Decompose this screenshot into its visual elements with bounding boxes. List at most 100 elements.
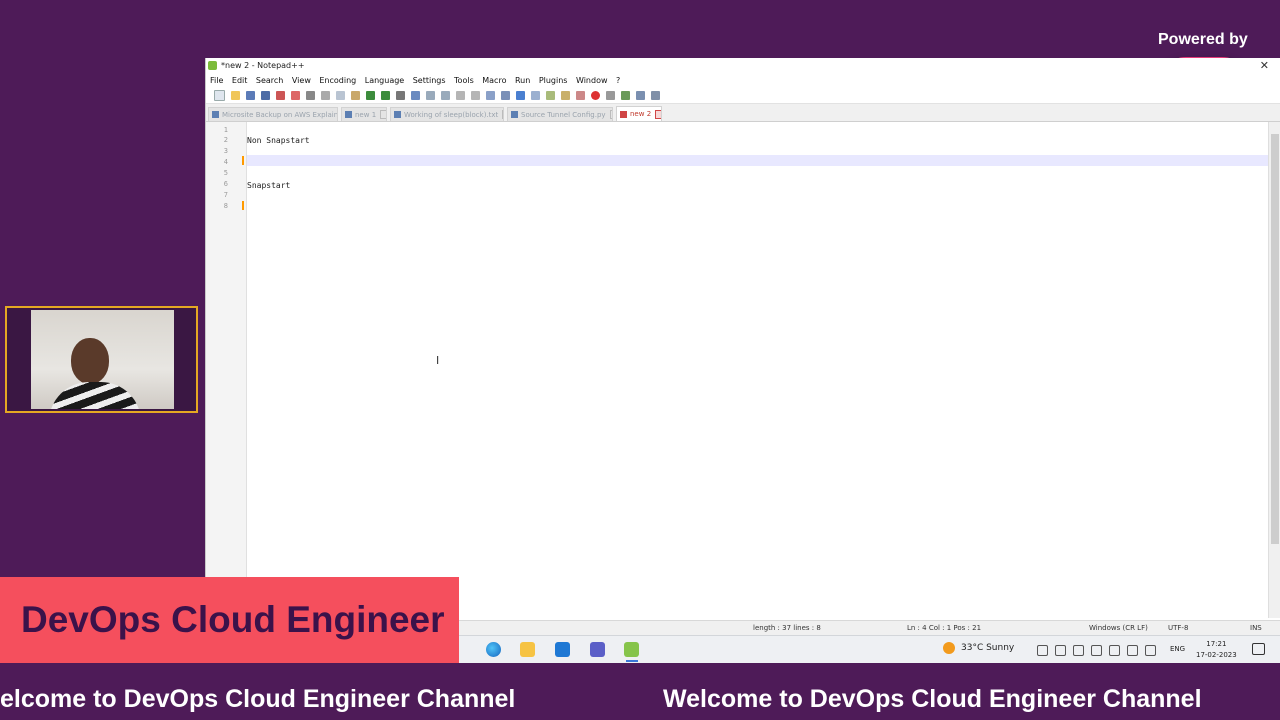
status-eol[interactable]: Windows (CR LF) (1089, 624, 1148, 632)
line-number: 3 (223, 147, 228, 155)
vertical-scrollbar[interactable] (1268, 122, 1280, 618)
undo-icon[interactable] (366, 90, 375, 100)
play-macro-icon[interactable] (621, 90, 630, 100)
chevron-up-icon[interactable] (1037, 645, 1048, 656)
find-icon[interactable] (396, 90, 405, 100)
tab-label: Working of sleep(block).txt (404, 110, 499, 119)
zoom-out-icon[interactable] (441, 90, 450, 100)
tab-label: Microsite Backup on AWS Explained.txt (222, 110, 338, 119)
close-file-icon[interactable] (276, 90, 285, 100)
record-macro-icon[interactable] (591, 90, 600, 100)
word-wrap-icon[interactable] (486, 90, 495, 100)
status-encoding[interactable]: UTF-8 (1168, 624, 1188, 632)
teams-icon[interactable] (590, 642, 605, 657)
paste-icon[interactable] (351, 90, 360, 100)
tab-close-icon[interactable] (609, 110, 612, 119)
close-all-icon[interactable] (291, 90, 300, 100)
menu-search[interactable]: Search (256, 76, 283, 85)
tab-microsite-backup[interactable]: Microsite Backup on AWS Explained.txt (208, 107, 338, 121)
menu-file[interactable]: File (210, 76, 223, 85)
menu-encoding[interactable]: Encoding (319, 76, 356, 85)
copy-icon[interactable] (336, 90, 345, 100)
webcam-feed (31, 310, 174, 409)
open-file-icon[interactable] (231, 90, 240, 100)
powered-by-label: Powered by (1158, 31, 1248, 48)
channel-name: DevOps Cloud Engineer (21, 599, 445, 640)
save-all-icon[interactable] (261, 90, 270, 100)
replace-icon[interactable] (411, 90, 420, 100)
status-position: Ln : 4 Col : 1 Pos : 21 (907, 624, 982, 632)
menu-help[interactable]: ? (616, 76, 620, 85)
menu-macro[interactable]: Macro (482, 76, 506, 85)
battery-icon[interactable] (1109, 645, 1120, 656)
menu-window[interactable]: Window (576, 76, 608, 85)
toolbar (206, 87, 1280, 104)
ticker-bar: elcome to DevOps Cloud Engineer Channel … (0, 681, 1280, 720)
folder-workspace-icon[interactable] (561, 90, 570, 100)
tab-new-1[interactable]: new 1 (341, 107, 387, 121)
edge-icon[interactable] (486, 642, 501, 657)
active-app-indicator (626, 660, 638, 662)
file-explorer-icon[interactable] (520, 642, 535, 657)
weather-widget[interactable]: 33°C Sunny (943, 642, 1014, 654)
line-number: 6 (223, 180, 228, 188)
sync-vertical-icon[interactable] (456, 90, 465, 100)
language-indicator[interactable]: ENG (1170, 645, 1185, 653)
save-macro-icon[interactable] (651, 90, 660, 100)
function-list-icon[interactable] (546, 90, 555, 100)
stop-macro-icon[interactable] (606, 90, 615, 100)
monitoring-icon[interactable] (576, 90, 585, 100)
tab-new-2[interactable]: new 2 (616, 106, 662, 121)
menu-tools[interactable]: Tools (454, 76, 474, 85)
system-tray (1037, 645, 1163, 656)
tab-working-sleep[interactable]: Working of sleep(block).txt (390, 107, 504, 121)
menu-run[interactable]: Run (515, 76, 530, 85)
tab-close-icon[interactable] (502, 110, 503, 119)
file-icon (212, 111, 219, 118)
doc-map-icon[interactable] (531, 90, 540, 100)
menu-bar: File Edit Search View Encoding Language … (206, 73, 1280, 87)
network-icon[interactable] (1055, 645, 1066, 656)
mail-icon[interactable] (555, 642, 570, 657)
menu-settings[interactable]: Settings (413, 76, 446, 85)
tab-label: new 2 (630, 110, 652, 118)
code-line: Snapstart (247, 181, 291, 190)
close-icon[interactable]: ✕ (1260, 59, 1269, 72)
editor-area[interactable]: 1 2 3 4 5 6 7 8 Non Snapstart Snapstart … (206, 122, 1269, 618)
line-number: 1 (223, 126, 228, 134)
ticker-text: elcome to DevOps Cloud Engineer Channel (0, 685, 516, 713)
presenter-body (49, 382, 141, 409)
print-icon[interactable] (306, 90, 315, 100)
volume-icon[interactable] (1145, 645, 1156, 656)
new-file-icon[interactable] (214, 89, 225, 101)
menu-language[interactable]: Language (365, 76, 404, 85)
title-bar: *new 2 - Notepad++ ✕ (206, 58, 1280, 73)
redo-icon[interactable] (381, 90, 390, 100)
indent-guide-icon[interactable] (516, 90, 525, 100)
notification-icon[interactable] (1252, 643, 1265, 655)
cut-icon[interactable] (321, 90, 330, 100)
run-macro-icon[interactable] (636, 90, 645, 100)
tab-close-icon[interactable] (380, 110, 386, 119)
show-all-chars-icon[interactable] (501, 90, 510, 100)
zoom-in-icon[interactable] (426, 90, 435, 100)
save-icon[interactable] (246, 90, 255, 100)
tab-close-icon[interactable] (655, 109, 661, 119)
line-number-gutter: 1 2 3 4 5 6 7 8 (206, 122, 247, 618)
display-icon[interactable] (1091, 645, 1102, 656)
menu-plugins[interactable]: Plugins (539, 76, 568, 85)
clock[interactable]: 17:21 17-02-2023 (1196, 639, 1237, 661)
notepadpp-icon[interactable] (624, 642, 639, 657)
ticker-text: Welcome to DevOps Cloud Engineer Channel (663, 685, 1202, 713)
menu-edit[interactable]: Edit (232, 76, 248, 85)
file-icon (394, 111, 401, 118)
cloud-icon[interactable] (1073, 645, 1084, 656)
wifi-icon[interactable] (1127, 645, 1138, 656)
status-length-lines: length : 37 lines : 8 (753, 624, 821, 632)
change-marker (242, 201, 244, 210)
sync-horizontal-icon[interactable] (471, 90, 480, 100)
scrollbar-thumb[interactable] (1271, 134, 1279, 544)
notepadpp-app-icon (208, 61, 217, 70)
menu-view[interactable]: View (292, 76, 311, 85)
tab-source-tunnel[interactable]: Source Tunnel Config.py (507, 107, 613, 121)
